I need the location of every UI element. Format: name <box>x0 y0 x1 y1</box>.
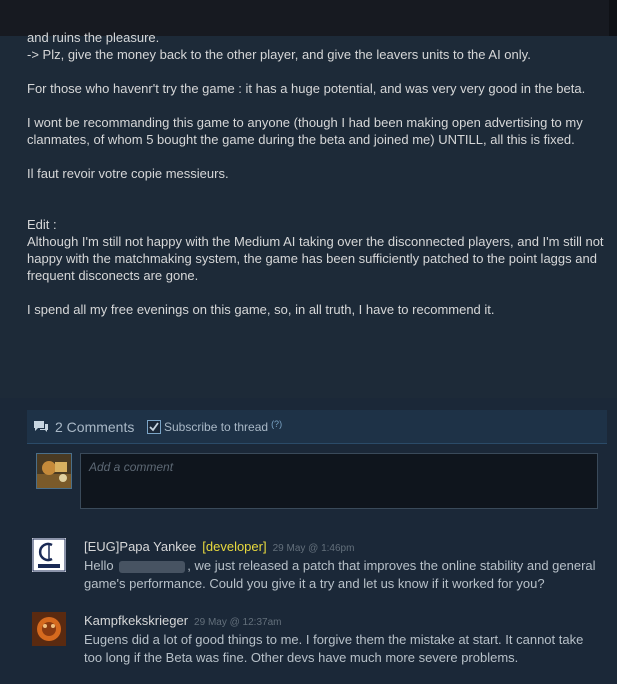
review-line: I spend all my free evenings on this gam… <box>27 302 495 317</box>
review-line: Although I'm still not happy with the Me… <box>27 234 604 283</box>
comment-input[interactable]: Add a comment <box>80 453 598 509</box>
chat-bubble-icon <box>34 421 48 432</box>
comment-body: [EUG]Papa Yankee [developer] 29 May @ 1:46… <box>84 538 604 593</box>
comment-author[interactable]: Kampfkekskrieger <box>84 613 188 628</box>
comment-body: Kampfkekskrieger 29 May @ 12:37am Eugens … <box>84 612 604 667</box>
help-link[interactable]: (?) <box>271 419 282 429</box>
redacted-username <box>119 560 186 573</box>
comments-header: 2 Comments Subscribe to thread (?) <box>27 410 607 444</box>
subscribe-checkbox[interactable] <box>147 420 161 434</box>
checkbox-check-icon <box>149 422 159 432</box>
user-avatar <box>37 454 71 488</box>
comment-timestamp: 29 May @ 1:46pm <box>272 543 355 554</box>
comments-count[interactable]: 2 Comments <box>55 419 134 435</box>
comment-text-start: Hello <box>84 558 114 573</box>
review-line: For those who havenr't try the game : it… <box>27 81 586 96</box>
comment-author[interactable]: [EUG]Papa Yankee <box>84 539 196 554</box>
comment-text: Eugens did a lot of good things to me. I… <box>84 632 584 665</box>
subscribe-text[interactable]: Subscribe to thread <box>164 420 268 434</box>
review-panel: and ruins the pleasure. -> Plz, give the… <box>0 30 617 398</box>
comment-meta: Kampfkekskrieger 29 May @ 12:37am <box>84 612 604 630</box>
comment-author-avatar[interactable] <box>32 612 66 646</box>
eugen-logo-avatar <box>32 538 66 572</box>
user-avatar <box>32 612 66 646</box>
comment-timestamp: 29 May @ 12:37am <box>194 617 282 628</box>
developer-badge: [developer] <box>202 539 267 554</box>
review-line: Il faut revoir votre copie messieurs. <box>27 166 229 181</box>
comment-text: Hello , we just released a patch that im… <box>84 557 604 593</box>
review-line: -> Plz, give the money back to the other… <box>27 47 531 62</box>
comment-meta: [EUG]Papa Yankee [developer] 29 May @ 1:46… <box>84 538 604 556</box>
subscribe-label[interactable]: Subscribe to thread (?) <box>164 419 282 434</box>
review-line: I wont be recommanding this game to anyo… <box>27 115 583 147</box>
review-line: Edit : <box>27 217 57 232</box>
top-bar-edge <box>609 0 617 36</box>
review-text: and ruins the pleasure. -> Plz, give the… <box>27 29 607 318</box>
current-user-avatar[interactable] <box>36 453 72 489</box>
review-line: and ruins the pleasure. <box>27 30 160 45</box>
comment-author-avatar[interactable] <box>32 538 66 572</box>
